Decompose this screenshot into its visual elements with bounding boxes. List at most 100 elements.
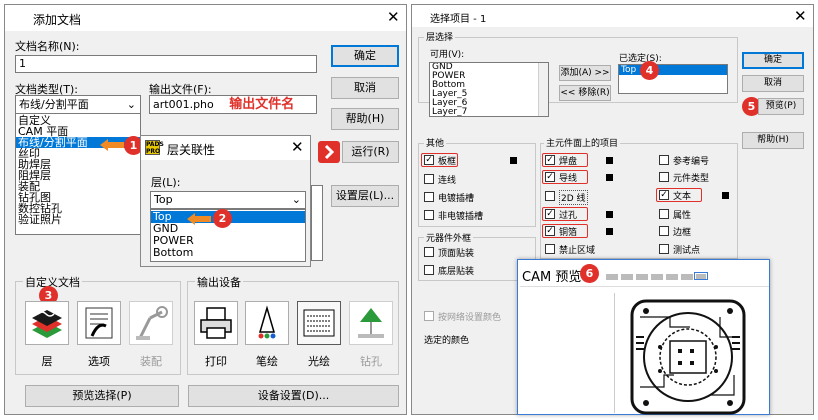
layer-combo-value: Top	[154, 193, 173, 206]
color-swatch[interactable]	[606, 157, 613, 164]
by-net-color-checkbox[interactable]	[424, 311, 434, 321]
preview-select-button[interactable]: 预览选择(P)	[25, 385, 179, 407]
bottom-mount-label: 底层贴装	[438, 267, 475, 277]
doc-type-value: 布线/分割平面	[19, 98, 89, 111]
print-button[interactable]	[194, 301, 238, 345]
cancel-button[interactable]: 取消	[331, 77, 399, 99]
ref-des-label: 参考编号	[673, 157, 710, 167]
ok-button[interactable]: 确定	[331, 45, 399, 67]
selected-list[interactable]: Top	[618, 64, 728, 94]
ref-des-checkbox[interactable]	[659, 155, 669, 165]
doc-type-select[interactable]: 布线/分割平面 ⌄	[15, 95, 141, 114]
assembly-icon	[136, 306, 168, 340]
close-icon[interactable]: ✕	[387, 10, 400, 25]
plot-label: 笔绘	[256, 355, 278, 368]
part-type-checkbox[interactable]	[659, 172, 669, 182]
device-setup-button[interactable]: 设备设置(D)...	[188, 385, 399, 407]
dialog-title: 添加文档	[33, 13, 82, 27]
2d-line-label: 2D 线	[559, 190, 588, 205]
drill-icon	[358, 308, 384, 338]
text-label: 文本	[673, 192, 692, 202]
text-checkbox[interactable]: ✓	[659, 190, 669, 200]
test-point-checkbox[interactable]	[659, 244, 669, 254]
color-swatch[interactable]	[606, 174, 613, 181]
layer-label: 层(L):	[151, 176, 181, 189]
keepout-checkbox[interactable]	[545, 244, 555, 254]
preview-button[interactable]: 预览(P)	[758, 98, 804, 115]
top-mount-checkbox[interactable]	[424, 247, 434, 257]
summary-box	[311, 185, 323, 261]
plated-slot-checkbox[interactable]	[424, 192, 434, 202]
color-swatch[interactable]	[606, 211, 613, 218]
help-button[interactable]: 帮助(H)	[742, 132, 804, 149]
arrow-left-icon	[187, 213, 211, 225]
photoplot-icon	[303, 309, 335, 337]
color-swatch[interactable]	[722, 192, 729, 199]
add-document-titlebar: 添加文档 ✕	[5, 5, 406, 31]
output-file-value: art001.pho	[153, 98, 214, 111]
arrow-left-icon	[100, 139, 124, 151]
doc-name-input[interactable]: 1	[15, 55, 317, 73]
color-swatch[interactable]	[510, 157, 517, 164]
chevron-down-icon: ⌄	[291, 193, 301, 206]
printer-icon	[200, 307, 232, 339]
layer-combo[interactable]: Top ⌄	[150, 191, 306, 209]
remove-button[interactable]: << 移除(R)	[559, 85, 611, 101]
callout-badge-4: 4	[640, 61, 659, 80]
border-label: 边框	[673, 228, 692, 238]
doc-type-option[interactable]: 验证照片	[16, 214, 140, 225]
output-file-input[interactable]: art001.pho 输出文件名	[149, 95, 317, 114]
layers-icon	[32, 310, 62, 338]
setup-layer-button[interactable]: 设置层(L)...	[331, 185, 399, 207]
doc-type-dropdown-list[interactable]: 自定义 CAM 平面 布线/分割平面 丝印 助焊层 阻焊层 装配 钻孔图 数控钻…	[15, 113, 141, 235]
ok-button[interactable]: 确定	[742, 52, 804, 69]
bottom-mount-checkbox[interactable]	[424, 265, 434, 275]
plated-slot-label: 电镀插槽	[438, 194, 475, 204]
help-button[interactable]: 帮助(H)	[331, 108, 399, 130]
board-outline-checkbox[interactable]: ✓	[424, 155, 434, 165]
color-swatch[interactable]	[606, 228, 613, 235]
add-document-dialog: 添加文档 ✕ 文档名称(N): 1 确定 文档类型(T): 布线/分割平面 ⌄ …	[4, 4, 407, 415]
2d-line-checkbox[interactable]	[545, 191, 555, 201]
copper-label: 铜箔	[559, 228, 578, 238]
photoplot-label: 光绘	[308, 355, 330, 368]
trace-checkbox[interactable]: ✓	[545, 172, 555, 182]
red-arrow-icon	[318, 141, 340, 163]
photoplot-button[interactable]	[297, 301, 341, 345]
close-icon[interactable]: ✕	[291, 140, 304, 155]
select-items-dialog: 选择项目 - 1 ✕ 层选择 可用(V): GND POWER Bottom L…	[411, 4, 814, 415]
cancel-button[interactable]: 取消	[742, 75, 804, 92]
add-button[interactable]: 添加(A) >>	[559, 65, 611, 81]
nonplated-slot-checkbox[interactable]	[424, 210, 434, 220]
pad-label: 焊盘	[559, 157, 578, 167]
board-outline-label: 板框	[438, 157, 457, 167]
print-label: 打印	[205, 355, 227, 368]
test-point-label: 测试点	[673, 246, 701, 256]
available-list[interactable]: GND POWER Bottom Layer_5 Layer_6 Layer_7	[429, 62, 549, 117]
attribute-checkbox[interactable]	[659, 209, 669, 219]
drill-button	[349, 301, 393, 345]
available-item[interactable]: Layer_7	[430, 108, 548, 117]
layer-option[interactable]: Bottom	[151, 247, 305, 259]
cam-preview-title: CAM 预览	[522, 270, 582, 285]
pad-checkbox[interactable]: ✓	[545, 155, 555, 165]
options-icon	[85, 307, 113, 339]
connection-checkbox[interactable]	[424, 174, 434, 184]
assembly-label: 装配	[140, 355, 162, 368]
copper-checkbox[interactable]: ✓	[545, 226, 555, 236]
available-label: 可用(V):	[430, 50, 465, 60]
close-icon[interactable]: ✕	[794, 9, 807, 24]
selected-item[interactable]: Top	[619, 65, 727, 75]
border-checkbox[interactable]	[659, 226, 669, 236]
options-button[interactable]	[77, 301, 121, 345]
dialog-title: 选择项目 - 1	[430, 14, 487, 25]
selected-color-label: 选定的颜色	[424, 336, 470, 346]
pcb-preview-image	[614, 293, 746, 415]
available-scrollbar[interactable]	[538, 63, 548, 116]
cam-preview-toolbar-field	[694, 272, 708, 280]
plot-button[interactable]	[245, 301, 289, 345]
via-checkbox[interactable]: ✓	[545, 209, 555, 219]
drill-label: 钻孔	[360, 355, 382, 368]
layers-button[interactable]	[25, 301, 69, 345]
run-button[interactable]: 运行(R)	[342, 141, 399, 163]
